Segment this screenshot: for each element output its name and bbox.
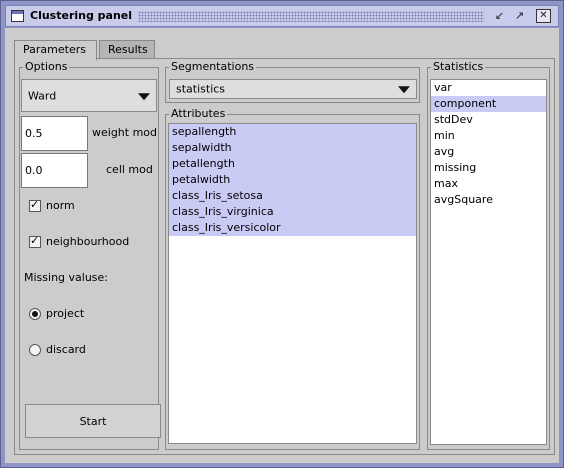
list-item[interactable]: class_Iris_setosa: [169, 188, 416, 204]
window-title: Clustering panel: [30, 9, 133, 22]
window-frame: Clustering panel ↙ ↗ ✕ Parameters Result…: [0, 0, 564, 468]
neighbourhood-label: neighbourhood: [46, 235, 130, 248]
app-window-icon: [11, 10, 24, 22]
list-item[interactable]: missing: [431, 160, 546, 176]
norm-checkbox[interactable]: ✓: [29, 198, 41, 212]
start-button[interactable]: Start: [25, 404, 161, 438]
project-radio[interactable]: [29, 308, 41, 320]
title-bar-grip: [138, 11, 484, 22]
weight-mod-field[interactable]: 0.5: [21, 116, 88, 151]
list-item[interactable]: petalwidth: [169, 172, 416, 188]
check-icon: ✓: [30, 198, 40, 211]
window-content: Parameters Results Options Ward 0.5 weig…: [5, 28, 559, 463]
neighbourhood-checkbox[interactable]: ✓: [29, 234, 41, 248]
weight-mod-label: weight mod: [92, 126, 158, 139]
weight-mod-value: 0.5: [25, 127, 43, 140]
statistics-list[interactable]: var component stdDev min avg missing max…: [430, 79, 547, 445]
tab-results[interactable]: Results: [99, 40, 155, 59]
segmentation-combo[interactable]: statistics: [169, 79, 417, 99]
list-item[interactable]: avgSquare: [431, 192, 546, 208]
start-button-label: Start: [79, 414, 107, 428]
list-item[interactable]: min: [431, 128, 546, 144]
list-item[interactable]: petallength: [169, 156, 416, 172]
attributes-group-title: Attributes: [169, 107, 228, 120]
attributes-group: Attributes sepallength sepalwidth petall…: [165, 107, 420, 450]
attributes-list[interactable]: sepallength sepalwidth petallength petal…: [168, 123, 417, 444]
check-icon: ✓: [30, 234, 40, 247]
list-item[interactable]: sepalwidth: [169, 140, 416, 156]
chevron-down-icon[interactable]: [138, 92, 150, 100]
title-bar[interactable]: Clustering panel ↙ ↗ ✕: [5, 5, 559, 27]
list-item[interactable]: component: [431, 96, 546, 112]
cell-mod-field[interactable]: 0.0: [21, 153, 88, 188]
missing-values-label: Missing valuse:: [24, 271, 108, 284]
list-item[interactable]: class_Iris_versicolor: [169, 220, 416, 236]
list-item[interactable]: sepallength: [169, 124, 416, 140]
cell-mod-value: 0.0: [25, 164, 43, 177]
segmentations-group: Segmentations statistics: [165, 60, 420, 103]
method-combo[interactable]: Ward: [21, 79, 157, 112]
statistics-group-title: Statistics: [431, 60, 486, 73]
parameters-panel: Options Ward 0.5 weight mod 0.0 cell mod…: [14, 58, 555, 455]
list-item[interactable]: max: [431, 176, 546, 192]
discard-radio[interactable]: [29, 344, 41, 356]
segmentation-combo-value: statistics: [176, 82, 226, 96]
close-icon[interactable]: ✕: [536, 9, 551, 23]
chevron-down-icon[interactable]: [398, 86, 410, 94]
norm-label: norm: [46, 199, 75, 212]
list-item[interactable]: class_Iris_virginica: [169, 204, 416, 220]
method-combo-value: Ward: [28, 89, 57, 102]
options-group-title: Options: [23, 60, 70, 73]
statistics-group: Statistics var component stdDev min avg …: [427, 60, 550, 450]
discard-label: discard: [46, 343, 86, 356]
segmentations-group-title: Segmentations: [169, 60, 257, 73]
cell-mod-label: cell mod: [106, 163, 153, 176]
list-item[interactable]: stdDev: [431, 112, 546, 128]
options-group: Options Ward 0.5 weight mod 0.0 cell mod…: [19, 60, 161, 450]
project-label: project: [46, 307, 85, 320]
list-item[interactable]: var: [431, 80, 546, 96]
maximize-icon[interactable]: ↗: [512, 9, 527, 23]
iconify-icon[interactable]: ↙: [492, 9, 507, 23]
list-item[interactable]: avg: [431, 144, 546, 160]
tab-parameters[interactable]: Parameters: [14, 40, 97, 60]
